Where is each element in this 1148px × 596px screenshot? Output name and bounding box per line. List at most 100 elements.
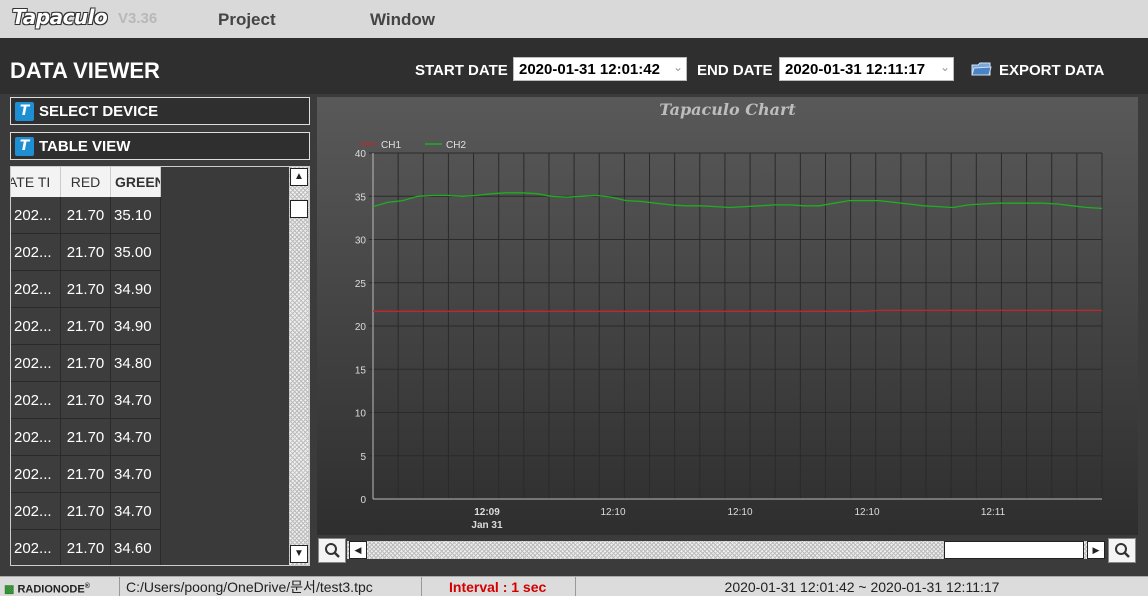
magnifier-icon <box>1115 543 1130 558</box>
series-line-ch1 <box>373 309 1102 312</box>
app-version: V3.36 <box>118 10 158 27</box>
zoom-in-button[interactable] <box>1108 538 1136 563</box>
start-date-picker[interactable]: 2020-01-31 12:01:42 ⌄ <box>513 57 687 81</box>
cell-green: 34.70 <box>111 493 161 530</box>
end-date-value: 2020-01-31 12:11:17 <box>785 61 926 78</box>
cell-red: 21.70 <box>61 419 111 456</box>
viewer-header: DATA VIEWER START DATE 2020-01-31 12:01:… <box>0 38 1148 94</box>
status-file-path: C:/Users/poong/OneDrive/문서/test3.tpc <box>120 577 422 596</box>
table-body: 202... 21.70 35.10 202... 21.70 35.00 202... 21… <box>11 197 161 565</box>
menu-project[interactable]: Project <box>218 10 276 30</box>
cell-datetime: 202... <box>11 530 61 565</box>
series-line-ch2 <box>372 192 1103 210</box>
table-row[interactable]: 202... 21.70 34.70 <box>11 382 161 419</box>
table-vertical-scrollbar[interactable]: ▲ ▼ <box>289 167 309 565</box>
status-bar: ▩ RADIONODE® C:/Users/poong/OneDrive/문서/… <box>0 576 1148 596</box>
table-view-button[interactable]: T TABLE VIEW <box>10 132 310 160</box>
chart-scroll-thumb[interactable] <box>944 541 1084 559</box>
table-row[interactable]: 202... 21.70 34.70 <box>11 419 161 456</box>
cell-datetime: 202... <box>11 456 61 493</box>
x-tick-label: 12:10 <box>600 507 625 518</box>
cell-datetime: 202... <box>11 493 61 530</box>
y-tick-label: 25 <box>355 279 367 290</box>
scroll-down-icon[interactable]: ▼ <box>290 545 308 563</box>
table-row[interactable]: 202... 21.70 34.90 <box>11 308 161 345</box>
scroll-right-icon[interactable]: ▶ <box>1087 541 1105 559</box>
cell-datetime: 202... <box>11 308 61 345</box>
x-tick-label: 12:10 <box>727 507 752 518</box>
y-tick-label: 5 <box>360 452 366 463</box>
table-row[interactable]: 202... 21.70 35.00 <box>11 234 161 271</box>
cell-green: 34.70 <box>111 419 161 456</box>
radionode-logo: ▩ RADIONODE® <box>0 577 120 596</box>
table-row[interactable]: 202... 21.70 35.10 <box>11 197 161 234</box>
column-header-red[interactable]: RED <box>61 167 111 197</box>
cell-red: 21.70 <box>61 308 111 345</box>
cell-green: 35.00 <box>111 234 161 271</box>
cell-datetime: 202... <box>11 345 61 382</box>
radionode-mark-icon: ▩ <box>4 583 15 596</box>
status-date-range: 2020-01-31 12:01:42 ~ 2020-01-31 12:11:1… <box>724 579 1000 595</box>
cell-red: 21.70 <box>61 530 111 565</box>
page-title: DATA VIEWER <box>10 58 160 83</box>
cell-red: 21.70 <box>61 456 111 493</box>
folder-export-icon[interactable] <box>971 61 992 77</box>
x-tick-label: 12:10 <box>854 507 879 518</box>
chevron-down-icon: ⌄ <box>672 60 683 74</box>
select-device-button[interactable]: T SELECT DEVICE <box>10 97 310 125</box>
export-data-button[interactable]: EXPORT DATA <box>999 62 1104 79</box>
y-tick-label: 15 <box>355 365 367 376</box>
select-device-label: SELECT DEVICE <box>39 103 159 120</box>
cell-green: 34.90 <box>111 308 161 345</box>
table-row[interactable]: 202... 21.70 34.90 <box>11 271 161 308</box>
table-row[interactable]: 202... 21.70 34.70 <box>11 493 161 530</box>
zoom-out-button[interactable] <box>318 538 346 563</box>
cell-red: 21.70 <box>61 271 111 308</box>
cell-red: 21.70 <box>61 382 111 419</box>
start-date-label: START DATE <box>415 62 508 79</box>
cell-red: 21.70 <box>61 345 111 382</box>
cell-red: 21.70 <box>61 493 111 530</box>
y-tick-label: 10 <box>355 409 367 420</box>
magnifier-icon <box>325 543 340 558</box>
data-table: ATE TI RED GREEN 202... 21.70 35.10 202... 2… <box>10 166 310 566</box>
scroll-up-icon[interactable]: ▲ <box>290 168 308 186</box>
cell-datetime: 202... <box>11 271 61 308</box>
x-tick-label: 12:11 <box>981 507 1006 518</box>
cell-green: 34.60 <box>111 530 161 565</box>
cell-datetime: 202... <box>11 197 61 234</box>
y-tick-label: 20 <box>355 322 367 333</box>
column-header-datetime[interactable]: ATE TI <box>11 167 61 197</box>
column-header-green[interactable]: GREEN <box>111 167 161 197</box>
cell-red: 21.70 <box>61 197 111 234</box>
menu-bar: Tapaculo V3.36 Project Window <box>0 0 1148 38</box>
y-tick-label: 0 <box>360 495 366 506</box>
tapaculo-icon: T <box>15 137 34 156</box>
legend-label: CH2 <box>446 140 466 151</box>
menu-window[interactable]: Window <box>370 10 435 30</box>
table-row[interactable]: 202... 21.70 34.70 <box>11 456 161 493</box>
cell-datetime: 202... <box>11 382 61 419</box>
cell-red: 21.70 <box>61 234 111 271</box>
scroll-thumb[interactable] <box>290 200 308 218</box>
status-interval: Interval : 1 sec <box>422 577 576 596</box>
x-tick-sublabel: Jan 31 <box>471 520 503 531</box>
end-date-picker[interactable]: 2020-01-31 12:11:17 ⌄ <box>779 57 954 81</box>
cell-green: 34.80 <box>111 345 161 382</box>
chart-horizontal-scrollbar[interactable]: ◀ ▶ <box>347 541 1105 559</box>
line-chart[interactable]: 0 5 10 15 20 25 30 35 40 12:09 Jan 31 12:10 12:10 12:… <box>317 97 1138 535</box>
y-tick-label: 30 <box>355 236 367 247</box>
cell-green: 34.90 <box>111 271 161 308</box>
tapaculo-icon: T <box>15 102 34 121</box>
start-date-value: 2020-01-31 12:01:42 <box>519 61 660 78</box>
table-header: ATE TI RED GREEN <box>11 167 287 197</box>
scroll-left-icon[interactable]: ◀ <box>349 541 367 559</box>
chart-panel: Tapaculo Chart 0 5 10 15 20 25 30 35 40 12:09 Jan … <box>317 97 1138 535</box>
app-logo: Tapaculo <box>12 5 108 29</box>
x-tick-label: 12:09 <box>474 507 500 518</box>
table-row[interactable]: 202... 21.70 34.60 <box>11 530 161 565</box>
status-brand: RADIONODE <box>17 583 85 596</box>
cell-green: 34.70 <box>111 382 161 419</box>
table-row[interactable]: 202... 21.70 34.80 <box>11 345 161 382</box>
cell-green: 34.70 <box>111 456 161 493</box>
